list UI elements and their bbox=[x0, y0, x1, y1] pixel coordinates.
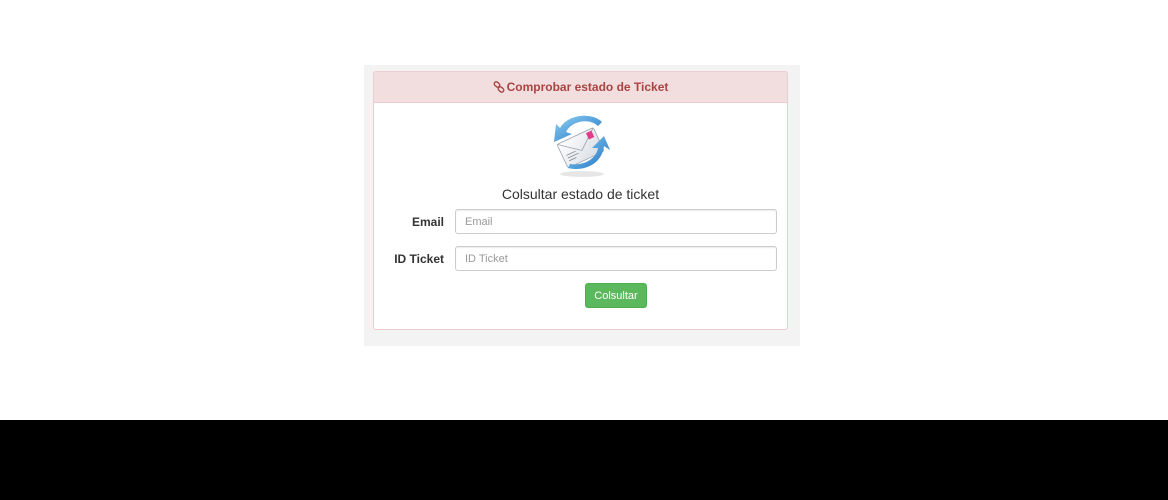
panel-heading: Comprobar estado de Ticket bbox=[374, 72, 787, 103]
mail-refresh-icon bbox=[554, 115, 610, 177]
link-icon bbox=[493, 81, 505, 93]
ticket-status-panel: Comprobar estado de Ticket Colsultar est… bbox=[373, 71, 788, 330]
ticket-id-label: ID Ticket bbox=[394, 252, 444, 266]
form-heading: Colsultar estado de ticket bbox=[501, 186, 660, 202]
footer-bar bbox=[0, 420, 1168, 500]
panel-title: Comprobar estado de Ticket bbox=[506, 80, 669, 94]
ticket-id-field[interactable] bbox=[455, 246, 777, 271]
email-label: Email bbox=[411, 215, 444, 229]
consult-button[interactable]: Colsultar bbox=[585, 283, 647, 308]
email-field[interactable] bbox=[455, 209, 777, 234]
page: Comprobar estado de Ticket Colsultar est… bbox=[0, 0, 1168, 500]
